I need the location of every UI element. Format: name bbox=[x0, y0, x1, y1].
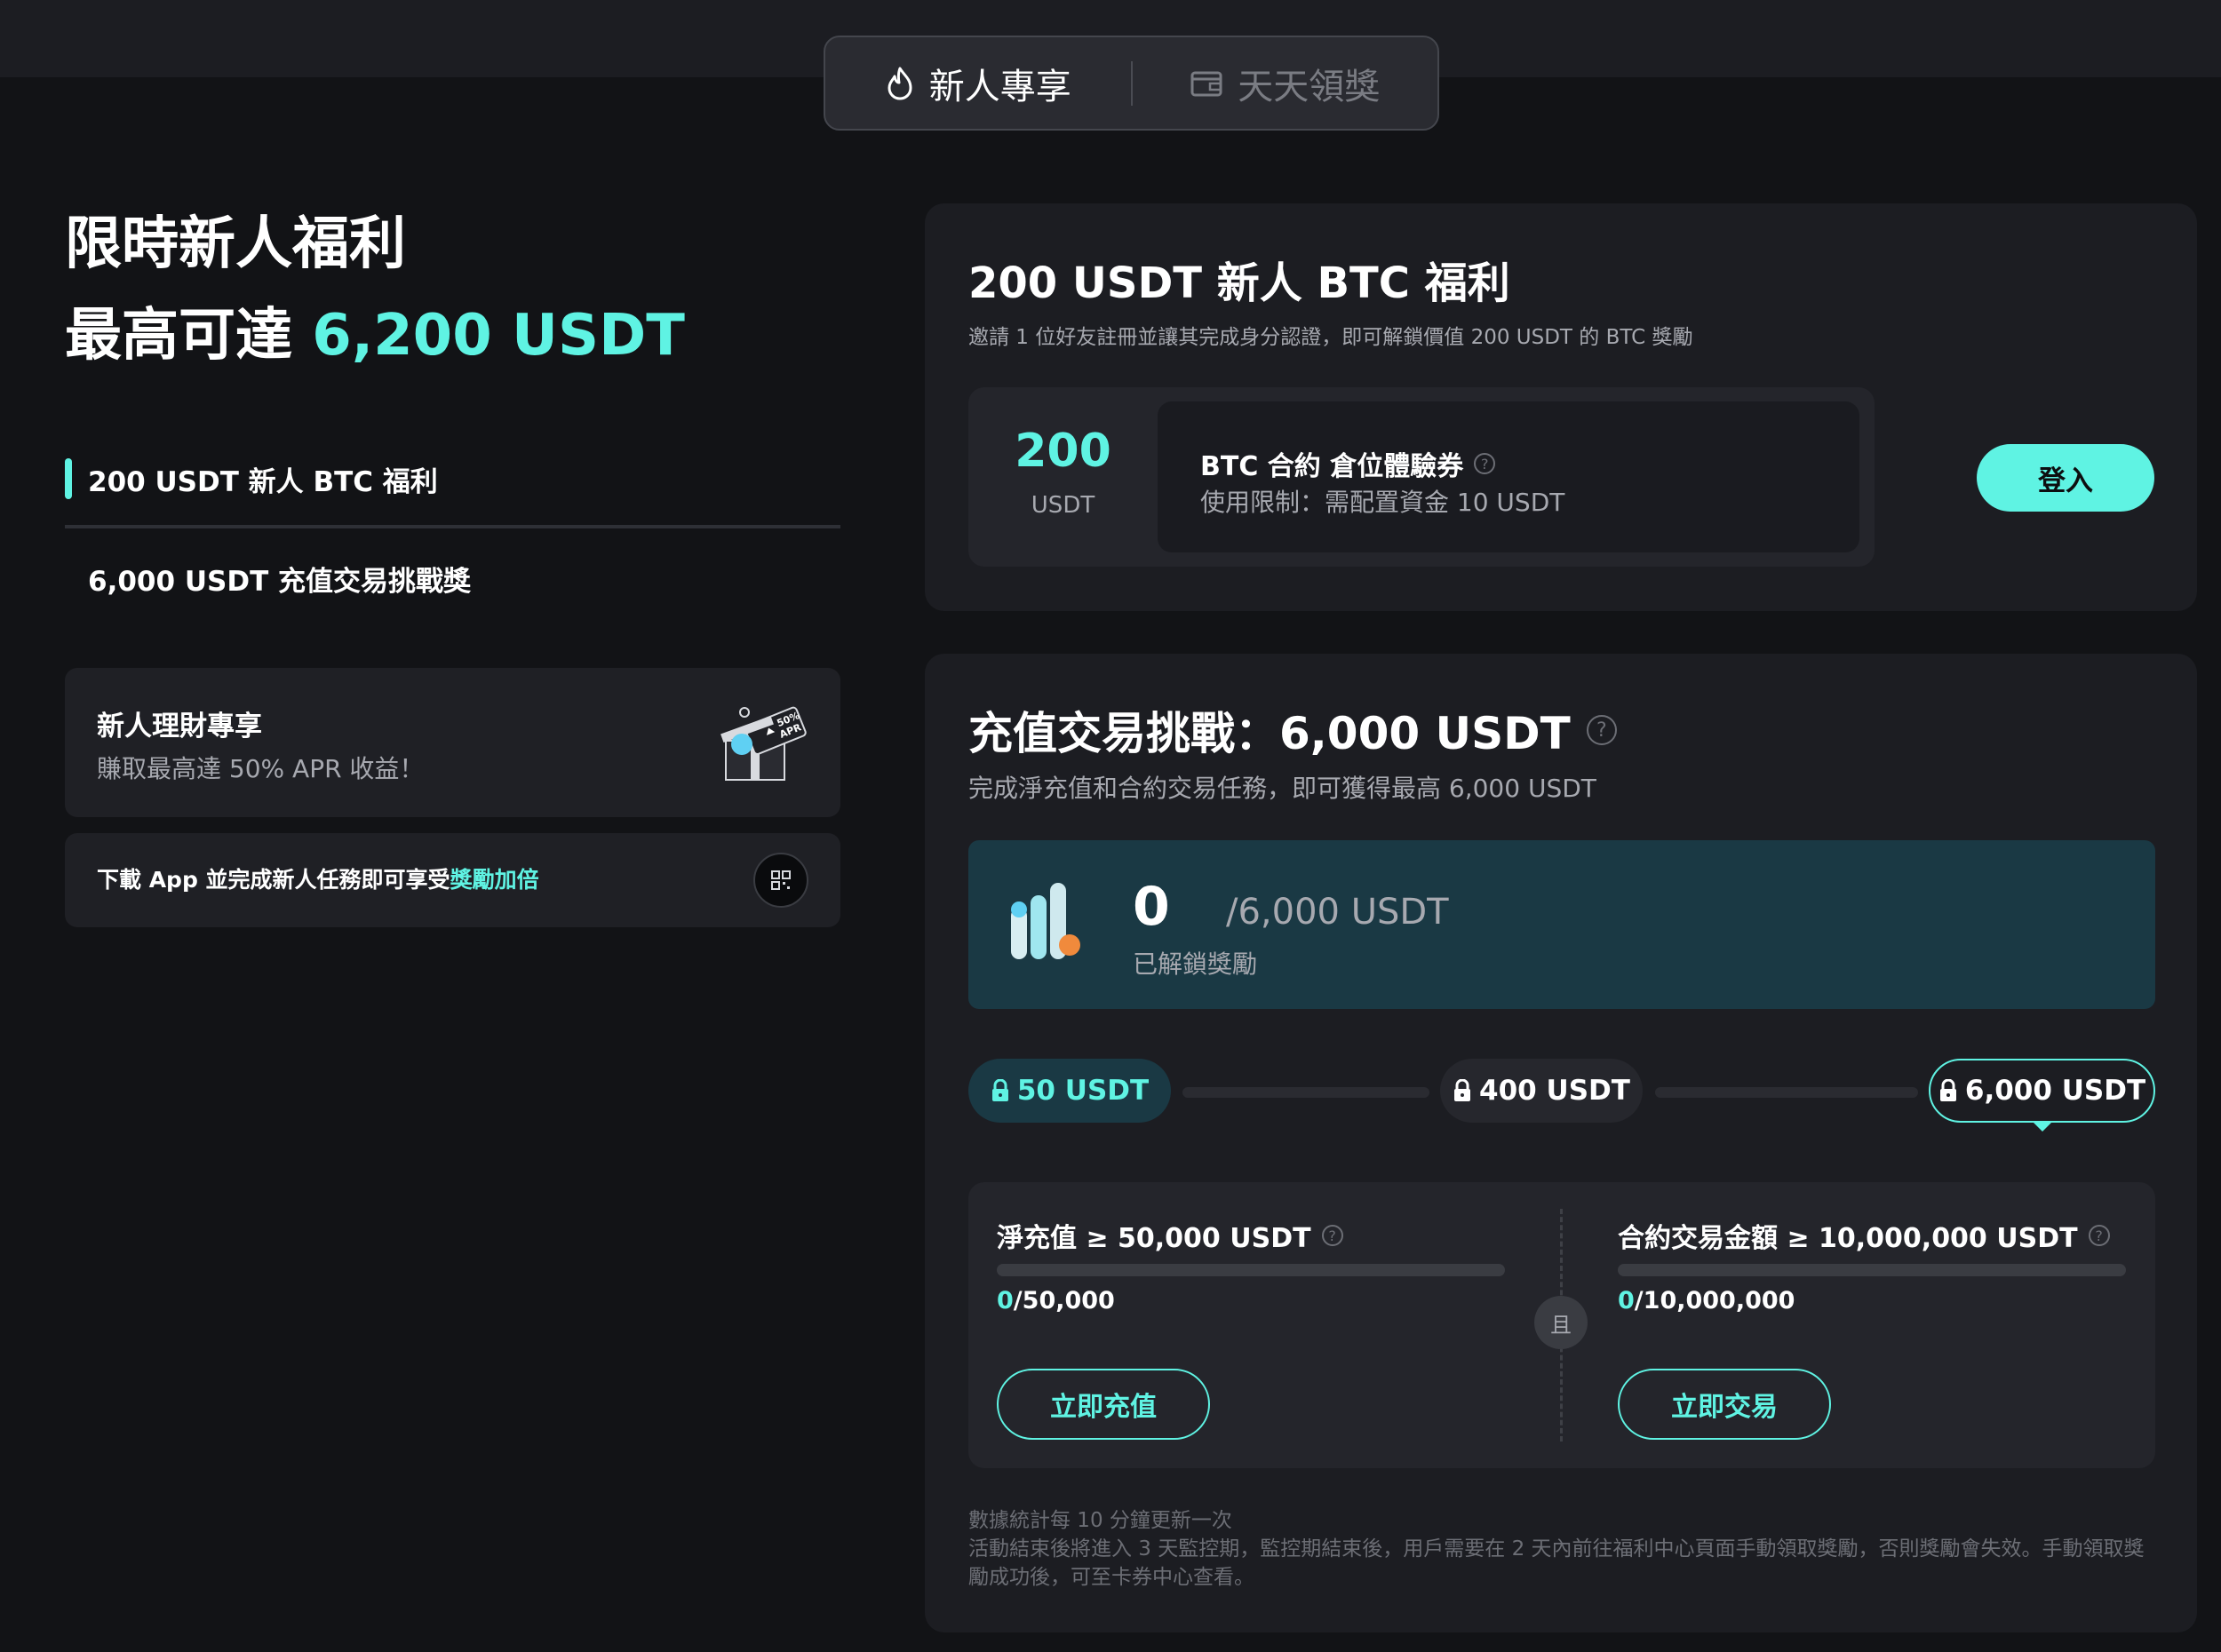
tab-daily-reward-label: 天天領獎 bbox=[1238, 66, 1381, 107]
lock-icon bbox=[1939, 1079, 1956, 1101]
btc-card-title: 200 USDT 新人 BTC 福利 bbox=[968, 258, 1510, 308]
task-progress-bar bbox=[997, 1264, 1505, 1276]
task-target: /50,000 bbox=[1013, 1287, 1115, 1314]
footnote-line1: 數據統計每 10 分鐘更新一次 bbox=[968, 1509, 1232, 1532]
promo-app-prefix: 下載 App 並完成新人任務即可享受 bbox=[97, 867, 450, 893]
coupon-unit: USDT bbox=[1031, 492, 1095, 519]
task-panel: 淨充值 ≥ 50,000 USDT ? 0/50,000 立即充值 且 合約交易… bbox=[968, 1182, 2155, 1468]
promo-finance-card[interactable]: 新人理財專享 賺取最高達 50% APR 收益！ 50% APR bbox=[65, 668, 840, 817]
coupon-title: BTC 合約 倉位體驗券 ? bbox=[1200, 444, 1496, 483]
promo-app-text: 下載 App 並完成新人任務即可享受獎勵加倍 bbox=[97, 862, 539, 894]
milestone-track bbox=[1182, 1087, 1429, 1098]
milestone-label: 6,000 USDT bbox=[1964, 1075, 2146, 1107]
lock-icon bbox=[991, 1079, 1008, 1101]
wallet-icon bbox=[1190, 71, 1222, 96]
task-current: 0 bbox=[1618, 1287, 1635, 1314]
deposit-challenge-card: 充值交易挑戰：6,000 USDT ? 完成淨充值和合約交易任務，即可獲得最高 … bbox=[925, 654, 2197, 1632]
promo-app-accent: 獎勵加倍 bbox=[450, 867, 539, 893]
milestone-400[interactable]: 400 USDT bbox=[1440, 1059, 1643, 1123]
deposit-now-button[interactable]: 立即充值 bbox=[997, 1369, 1210, 1440]
task-title: 合約交易金額 ≥ 10,000,000 USDT ? bbox=[1618, 1216, 2110, 1255]
task-title-text: 合約交易金額 ≥ 10,000,000 USDT bbox=[1618, 1223, 2078, 1254]
task-target: /10,000,000 bbox=[1634, 1287, 1795, 1314]
promo-finance-title: 新人理財專享 bbox=[97, 711, 262, 743]
nav-item-btc-welfare[interactable]: 200 USDT 新人 BTC 福利 bbox=[65, 457, 840, 501]
challenge-subtitle: 完成淨充值和合約交易任務，即可獲得最高 6,000 USDT bbox=[968, 774, 1596, 803]
task-current: 0 bbox=[997, 1287, 1014, 1314]
task-title: 淨充值 ≥ 50,000 USDT ? bbox=[997, 1216, 1343, 1255]
promo-app-card[interactable]: 下載 App 並完成新人任務即可享受獎勵加倍 bbox=[65, 833, 840, 927]
task-trade: 合約交易金額 ≥ 10,000,000 USDT ? 0/10,000,000 … bbox=[1618, 1182, 2169, 1468]
bar-chart-icon bbox=[1011, 883, 1080, 959]
hero-prefix: 最高可達 bbox=[65, 303, 313, 369]
milestone-6000[interactable]: 6,000 USDT bbox=[1929, 1059, 2155, 1132]
promo-finance-subtitle: 賺取最高達 50% APR 收益！ bbox=[97, 754, 425, 783]
trade-now-button[interactable]: 立即交易 bbox=[1618, 1369, 1831, 1440]
task-count: 0/50,000 bbox=[997, 1287, 1115, 1314]
hero-title-line1: 限時新人福利 bbox=[65, 211, 406, 277]
tab-newcomer[interactable]: 新人專享 bbox=[825, 37, 1131, 129]
help-icon[interactable]: ? bbox=[1321, 1225, 1343, 1246]
help-icon[interactable]: ? bbox=[1474, 453, 1496, 474]
coupon-note: 使用限制：需配置資金 10 USDT bbox=[1200, 488, 1565, 517]
lock-icon bbox=[1454, 1079, 1471, 1101]
task-deposit: 淨充值 ≥ 50,000 USDT ? 0/50,000 立即充值 bbox=[997, 1182, 1548, 1468]
milestone-track bbox=[1655, 1087, 1918, 1098]
btc-card-subtitle: 邀請 1 位好友註冊並讓其完成身分認證，即可解鎖價值 200 USDT 的 BT… bbox=[968, 326, 1693, 349]
tab-switcher: 新人專享 天天領獎 bbox=[824, 36, 1439, 131]
tab-daily-reward[interactable]: 天天領獎 bbox=[1133, 37, 1438, 129]
task-count: 0/10,000,000 bbox=[1618, 1287, 1795, 1314]
nav-item-label: 6,000 USDT 充值交易挑戰獎 bbox=[88, 565, 472, 598]
milestone-label: 50 USDT bbox=[1016, 1075, 1150, 1107]
challenge-title: 充值交易挑戰：6,000 USDT ? bbox=[968, 698, 1617, 762]
unlocked-label: 已解鎖獎勵 bbox=[1133, 949, 1258, 979]
nav-item-deposit-challenge[interactable]: 6,000 USDT 充值交易挑戰獎 bbox=[65, 556, 840, 600]
footnote-line2: 活動結束後將進入 3 天監控期，監控期結束後，用戶需要在 2 天內前往福利中心頁… bbox=[968, 1537, 2145, 1589]
milestone-50[interactable]: 50 USDT bbox=[968, 1059, 1171, 1123]
coupon: 200 USDT BTC 合約 倉位體驗券 ? 使用限制：需配置資金 10 US… bbox=[968, 387, 1875, 567]
and-badge: 且 bbox=[1534, 1296, 1588, 1349]
tab-newcomer-label: 新人專享 bbox=[928, 66, 1071, 107]
help-icon[interactable]: ? bbox=[1586, 715, 1617, 745]
coupon-amount: 200 bbox=[1015, 425, 1111, 478]
footnote: 數據統計每 10 分鐘更新一次 活動結束後將進入 3 天監控期，監控期結束後，用… bbox=[968, 1506, 2155, 1592]
gift-box-icon: 50% APR bbox=[720, 706, 807, 781]
unlocked-reward-box: 0 /6,000 USDT 已解鎖獎勵 bbox=[968, 840, 2155, 1009]
hero-amount: 6,200 USDT bbox=[312, 303, 685, 369]
qr-code-icon bbox=[771, 870, 791, 890]
qr-code-button[interactable] bbox=[753, 853, 808, 908]
unlocked-total: /6,000 USDT bbox=[1226, 892, 1449, 933]
unlocked-value: 0 bbox=[1133, 876, 1170, 938]
coupon-detail: BTC 合約 倉位體驗券 ? 使用限制：需配置資金 10 USDT bbox=[1158, 401, 1859, 552]
task-progress-bar bbox=[1618, 1264, 2126, 1276]
task-title-text: 淨充值 ≥ 50,000 USDT bbox=[997, 1223, 1311, 1254]
challenge-title-text: 充值交易挑戰：6,000 USDT bbox=[968, 708, 1571, 759]
login-button[interactable]: 登入 bbox=[1977, 444, 2154, 512]
milestone-label: 400 USDT bbox=[1479, 1075, 1630, 1107]
nav-divider bbox=[65, 525, 840, 528]
coupon-title-text: BTC 合約 倉位體驗券 bbox=[1200, 451, 1464, 482]
btc-welfare-card: 200 USDT 新人 BTC 福利 邀請 1 位好友註冊並讓其完成身分認證，即… bbox=[925, 203, 2197, 611]
nav-item-label: 200 USDT 新人 BTC 福利 bbox=[88, 465, 438, 498]
help-icon[interactable]: ? bbox=[2088, 1225, 2110, 1246]
flame-icon bbox=[888, 67, 912, 99]
hero-title-line2: 最高可達 6,200 USDT bbox=[65, 300, 685, 371]
